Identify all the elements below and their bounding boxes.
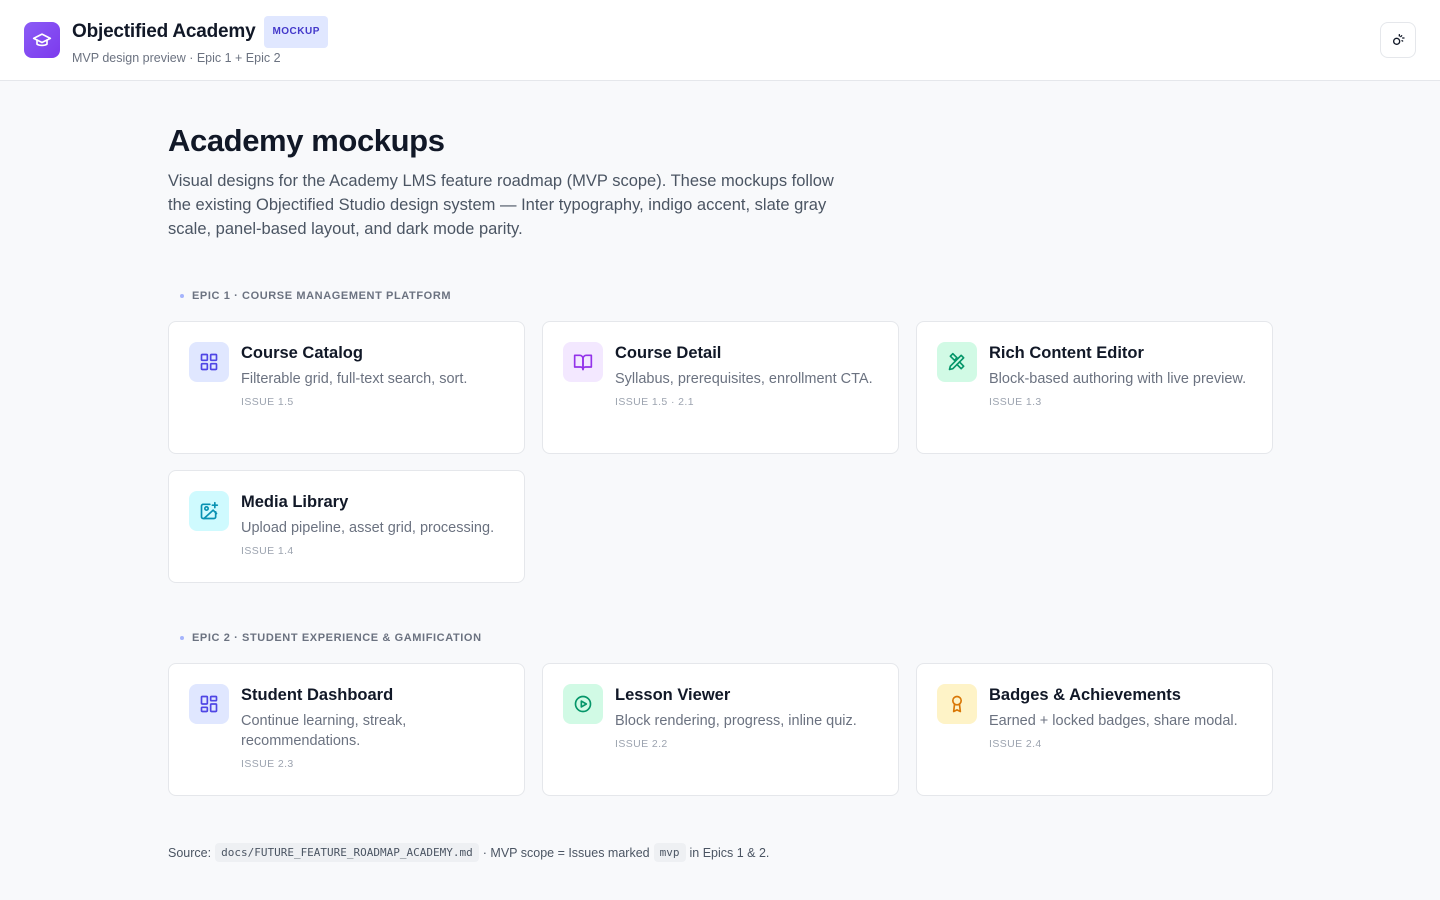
card-description: Filterable grid, full-text search, sort. bbox=[241, 371, 468, 387]
card-student-dashboard[interactable]: Student Dashboard Continue learning, str… bbox=[168, 663, 525, 796]
bullet-dot bbox=[180, 294, 184, 298]
brand: Objectified Academy MOCKUP MVP design pr… bbox=[72, 15, 328, 65]
main-content: Academy mockups Visual designs for the A… bbox=[0, 123, 1440, 862]
card-title: Course Catalog bbox=[241, 344, 363, 362]
card-badges-achievements[interactable]: Badges & Achievements Earned + locked ba… bbox=[916, 663, 1273, 796]
footer-middle-text: · MVP scope = Issues marked bbox=[482, 845, 650, 860]
card-issue: ISSUE 2.3 bbox=[241, 758, 294, 770]
top-bar: Objectified Academy MOCKUP MVP design pr… bbox=[0, 0, 1440, 81]
card-issue: ISSUE 1.5 bbox=[241, 396, 294, 408]
card-course-detail[interactable]: Course Detail Syllabus, prerequisites, e… bbox=[542, 321, 899, 454]
card-description: Upload pipeline, asset grid, processing. bbox=[241, 520, 495, 536]
epic1-section-label: EPIC 1 · COURSE MANAGEMENT PLATFORM bbox=[180, 290, 1272, 302]
card-title: Student Dashboard bbox=[241, 686, 394, 704]
mockup-badge: MOCKUP bbox=[264, 15, 328, 48]
footer-end-text: in Epics 1 & 2. bbox=[689, 845, 770, 860]
app-title: Objectified Academy bbox=[72, 20, 256, 42]
pencil-ruler-icon bbox=[937, 342, 977, 382]
image-plus-icon bbox=[189, 491, 229, 531]
card-description: Block-based authoring with live preview. bbox=[989, 371, 1247, 387]
footer-note: Source: docs/FUTURE_FEATURE_ROADMAP_ACAD… bbox=[168, 843, 1272, 862]
card-description: Block rendering, progress, inline quiz. bbox=[615, 713, 857, 729]
card-course-catalog[interactable]: Course Catalog Filterable grid, full-tex… bbox=[168, 321, 525, 454]
card-title: Course Detail bbox=[615, 344, 722, 362]
page-intro: Visual designs for the Academy LMS featu… bbox=[168, 172, 834, 238]
dashboard-icon bbox=[189, 684, 229, 724]
card-description: Earned + locked badges, share modal. bbox=[989, 713, 1238, 729]
card-title: Lesson Viewer bbox=[615, 686, 731, 704]
epic1-card-grid: Course Catalog Filterable grid, full-tex… bbox=[168, 321, 1273, 583]
epic2-section-label: EPIC 2 · STUDENT EXPERIENCE & GAMIFICATI… bbox=[180, 632, 1272, 644]
grid-icon bbox=[189, 342, 229, 382]
graduation-cap-icon[interactable] bbox=[24, 22, 60, 58]
card-rich-content-editor[interactable]: Rich Content Editor Block-based authorin… bbox=[916, 321, 1273, 454]
card-issue: ISSUE 1.5 · 2.1 bbox=[615, 396, 694, 408]
bullet-dot bbox=[180, 636, 184, 640]
card-lesson-viewer[interactable]: Lesson Viewer Block rendering, progress,… bbox=[542, 663, 899, 796]
theme-toggle-button[interactable] bbox=[1380, 22, 1416, 58]
card-issue: ISSUE 1.3 bbox=[989, 396, 1042, 408]
award-icon bbox=[937, 684, 977, 724]
footer-source-path: docs/FUTURE_FEATURE_ROADMAP_ACADEMY.md bbox=[215, 843, 479, 862]
page-title: Academy mockups bbox=[168, 123, 445, 158]
card-issue: ISSUE 1.4 bbox=[241, 545, 294, 557]
app-subtitle: MVP design preview · Epic 1 + Epic 2 bbox=[72, 50, 281, 65]
footer-source-label: Source: bbox=[168, 845, 212, 860]
card-description: Syllabus, prerequisites, enrollment CTA. bbox=[615, 371, 873, 387]
epic2-card-grid: Student Dashboard Continue learning, str… bbox=[168, 663, 1273, 796]
play-circle-icon bbox=[563, 684, 603, 724]
card-title: Rich Content Editor bbox=[989, 344, 1144, 362]
footer-code-tag: mvp bbox=[653, 843, 686, 862]
card-description: Continue learning, streak, recommendatio… bbox=[241, 713, 407, 749]
card-issue: ISSUE 2.4 bbox=[989, 738, 1042, 750]
card-title: Media Library bbox=[241, 493, 349, 511]
book-open-icon bbox=[563, 342, 603, 382]
theme-icon bbox=[1393, 34, 1405, 45]
card-media-library[interactable]: Media Library Upload pipeline, asset gri… bbox=[168, 470, 525, 583]
card-issue: ISSUE 2.2 bbox=[615, 738, 668, 750]
card-title: Badges & Achievements bbox=[989, 686, 1181, 704]
